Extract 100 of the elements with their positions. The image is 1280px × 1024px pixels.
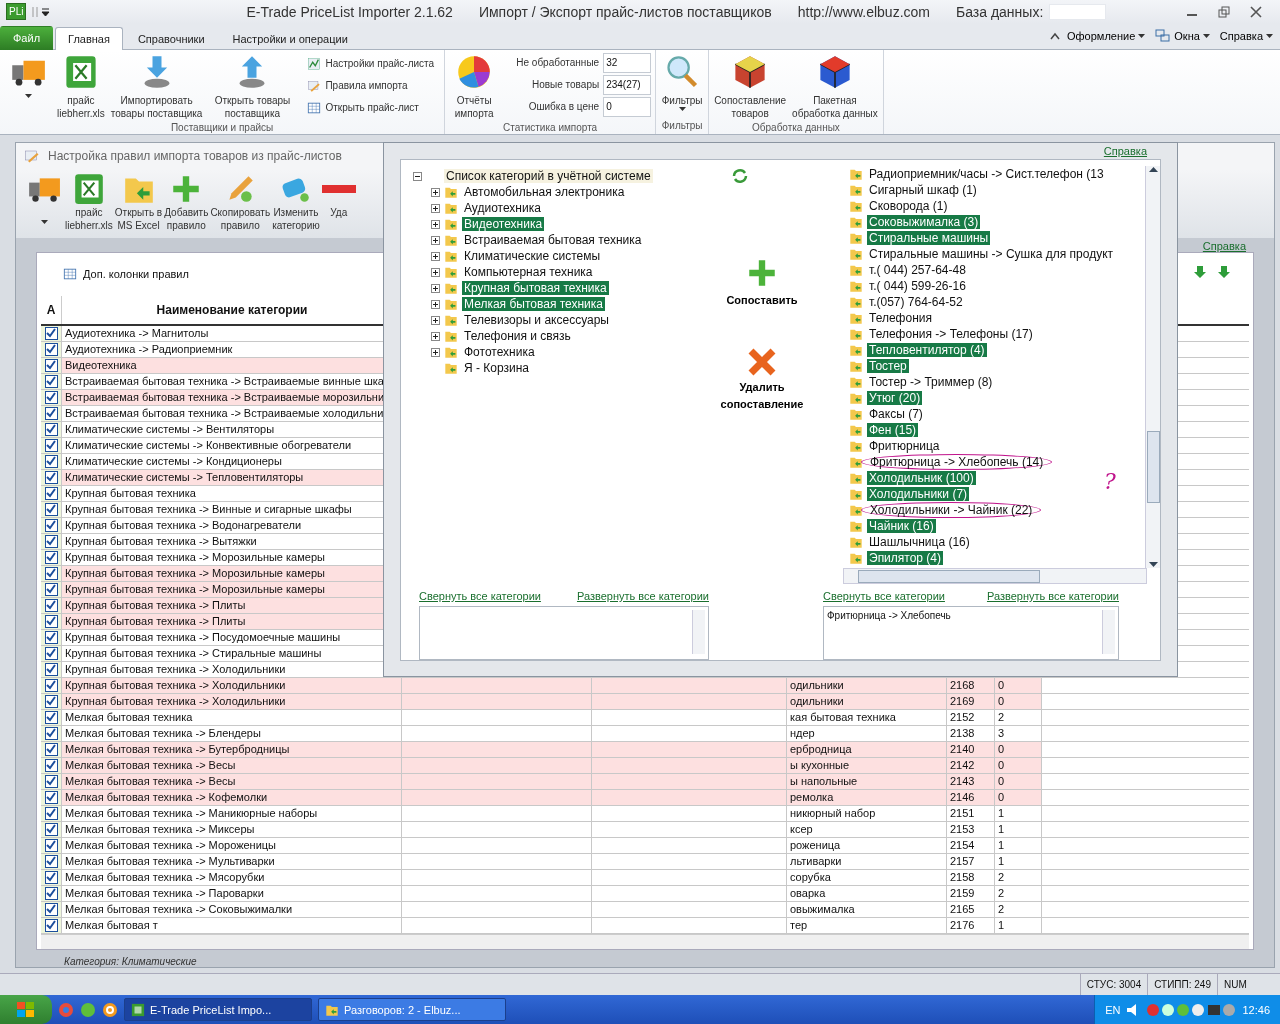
checkbox[interactable] <box>44 550 58 564</box>
language-indicator[interactable]: EN <box>1105 1003 1121 1016</box>
list-item[interactable]: т.( 044) 257-64-48 <box>867 263 968 277</box>
at-sign-icon[interactable] <box>102 1001 118 1018</box>
expand-toggle[interactable] <box>431 299 440 309</box>
extra-columns-button[interactable]: Доп. колонки правил <box>83 268 189 281</box>
down-arrow-icon[interactable] <box>1193 264 1207 279</box>
list-item[interactable]: Сковорода (1) <box>867 199 950 213</box>
list-item[interactable]: Телефония <box>867 311 934 325</box>
tree-item[interactable]: Компьютерная техника <box>462 265 595 279</box>
checkbox[interactable] <box>44 726 58 740</box>
ribbon-button[interactable]: Открыть прайс-лист <box>301 97 441 118</box>
checkbox[interactable] <box>44 790 58 804</box>
list-item[interactable]: т.(057) 764-64-52 <box>867 295 965 309</box>
checkbox[interactable] <box>44 902 58 916</box>
checkbox[interactable] <box>44 886 58 900</box>
checkbox[interactable] <box>44 406 58 420</box>
taskbar-button[interactable]: Разговоров: 2 - Elbuz... <box>318 998 506 1021</box>
checkbox[interactable] <box>44 870 58 884</box>
ribbon-tab[interactable]: Настройки и операции <box>219 26 361 50</box>
help-link[interactable]: Справка <box>1103 145 1147 157</box>
checkbox[interactable] <box>44 710 58 724</box>
ribbon-button[interactable]: Открыть товары поставщика <box>207 51 298 122</box>
list-item[interactable]: Фен (15) <box>867 423 919 437</box>
scrollbar-thumb[interactable] <box>1146 431 1160 503</box>
checkbox[interactable] <box>44 918 58 932</box>
checkbox[interactable] <box>44 422 58 436</box>
ribbon-button[interactable]: Импортировать товары поставщика <box>109 51 204 122</box>
scroll-down-icon[interactable] <box>1148 562 1158 568</box>
tree-item[interactable]: Телефония и связь <box>462 329 573 343</box>
ribbon-button[interactable]: прайс liebherr.xls <box>56 51 106 122</box>
list-item[interactable]: Эпилятор (4) <box>867 551 944 565</box>
checkbox[interactable] <box>44 806 58 820</box>
tree-root[interactable]: Список категорий в учётной системе <box>444 169 653 183</box>
checkbox[interactable] <box>44 534 58 548</box>
tree-link[interactable]: Развернуть все категории <box>986 590 1119 602</box>
tree-item[interactable]: Аудиотехника <box>462 201 543 215</box>
list-item[interactable]: Тостер <box>867 359 909 373</box>
toolbar-button[interactable]: прайс liebherr.xls <box>64 169 114 234</box>
tree-link[interactable]: Свернуть все категории <box>419 590 541 602</box>
expand-toggle[interactable] <box>431 267 440 277</box>
checkbox[interactable] <box>44 758 58 772</box>
list-item[interactable]: Радиоприемник/часы -> Сист.телефон (13 <box>867 167 1106 181</box>
text-area[interactable]: Фритюрница -> Хлебопечь <box>823 606 1119 660</box>
flower-icon[interactable] <box>80 1001 96 1018</box>
checkbox[interactable] <box>44 598 58 612</box>
tree-item[interactable]: Климатические системы <box>462 249 603 263</box>
checkbox[interactable] <box>44 438 58 452</box>
checkbox[interactable] <box>44 694 58 708</box>
ribbon-button[interactable]: Фильтры <box>660 51 705 113</box>
scrollbar[interactable] <box>843 568 1147 584</box>
checkbox[interactable] <box>44 646 58 660</box>
expand-toggle[interactable] <box>431 347 440 357</box>
expand-toggle[interactable] <box>431 251 440 261</box>
ribbon-menu[interactable]: Окна <box>1152 25 1213 48</box>
list-item[interactable]: Стиральные машины <box>867 231 991 245</box>
list-item[interactable]: Тепловентилятор (4) <box>867 343 987 357</box>
expand-toggle[interactable] <box>431 187 440 197</box>
help-link[interactable]: Справка <box>1202 239 1246 252</box>
scroll-up-icon[interactable] <box>1148 166 1158 172</box>
toolbar-button[interactable]: Добавить правило <box>163 169 210 234</box>
checkbox[interactable] <box>44 486 58 500</box>
tree-item[interactable]: Встраиваемая бытовая техника <box>462 233 644 247</box>
expand-toggle[interactable] <box>431 219 440 229</box>
list-item[interactable]: Соковыжималка (3) <box>867 215 981 229</box>
checkbox[interactable] <box>44 502 58 516</box>
ribbon-menu[interactable]: Справка <box>1216 25 1276 48</box>
list-item[interactable]: Шашлычница (16) <box>867 535 972 549</box>
list-item[interactable]: Холодильник (100) <box>867 471 976 485</box>
expand-toggle[interactable] <box>431 315 440 325</box>
list-item[interactable]: Утюг (20) <box>867 391 923 405</box>
ribbon-tab[interactable]: Справочники <box>124 26 218 50</box>
quick-access-menu-icon[interactable] <box>32 6 51 17</box>
tree-item[interactable]: Фототехника <box>462 345 537 359</box>
checkbox[interactable] <box>44 454 58 468</box>
tree-item[interactable]: Автомобильная электроника <box>462 185 627 199</box>
expand-toggle[interactable] <box>431 283 440 293</box>
checkbox[interactable] <box>44 822 58 836</box>
ribbon-menu[interactable]: Оформление <box>1064 25 1149 48</box>
list-item[interactable]: Фритюрница <box>867 439 942 453</box>
checkbox[interactable] <box>44 582 58 596</box>
checkbox[interactable] <box>44 614 58 628</box>
collapse-ribbon-icon[interactable] <box>1050 32 1060 41</box>
checkbox[interactable] <box>44 774 58 788</box>
tree-item[interactable]: Видеотехника <box>462 217 545 231</box>
list-item[interactable]: Телефония -> Телефоны (17) <box>867 327 1035 341</box>
checkbox[interactable] <box>44 678 58 692</box>
tree-link[interactable]: Свернуть все категории <box>823 590 945 602</box>
delete-match-button[interactable]: Удалить сопоставление <box>714 346 810 412</box>
down-arrow-icon[interactable] <box>1217 264 1231 279</box>
ribbon-button[interactable]: Правила импорта <box>301 75 441 96</box>
tree-item[interactable]: Крупная бытовая техника <box>462 281 609 295</box>
start-button[interactable] <box>0 995 52 1024</box>
checkbox[interactable] <box>44 342 58 356</box>
checkbox[interactable] <box>44 374 58 388</box>
taskbar-button[interactable]: E-Trade PriceList Impo... <box>124 998 312 1021</box>
close-icon[interactable] <box>1250 5 1262 18</box>
checkbox[interactable] <box>44 662 58 676</box>
list-item[interactable]: Холодильники (7) <box>867 487 970 501</box>
expand-toggle[interactable] <box>431 235 440 245</box>
